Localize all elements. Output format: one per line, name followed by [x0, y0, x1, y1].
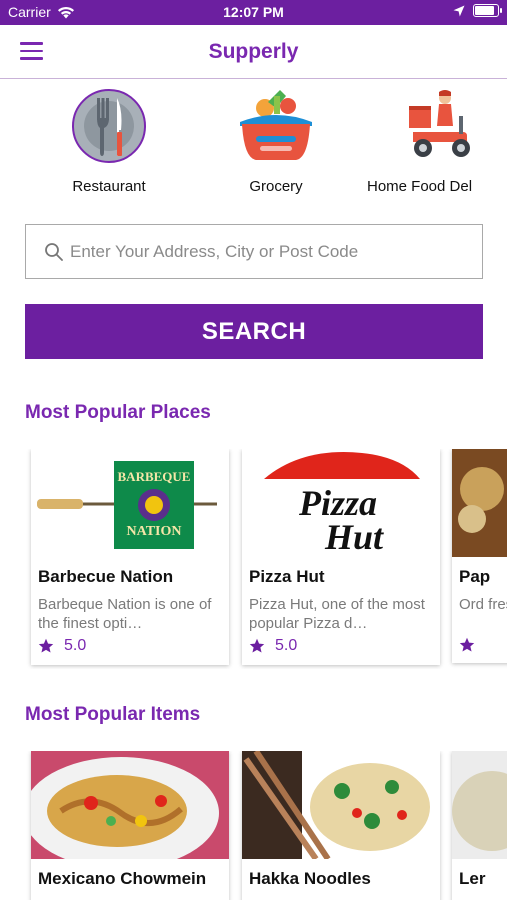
popular-items-row[interactable]: Mexicano Chowmein Hakka Noodles Ler: [0, 751, 507, 900]
item-name: Ler: [459, 869, 486, 888]
item-card[interactable]: Mexicano Chowmein: [31, 751, 229, 900]
section-title-popular-items: Most Popular Items: [25, 704, 201, 725]
svg-text:Hut: Hut: [324, 517, 384, 557]
place-description: Barbeque Nation is one of the finest opt…: [38, 596, 212, 632]
search-icon: [45, 242, 63, 261]
search-field[interactable]: [25, 224, 483, 279]
star-icon: [459, 637, 475, 652]
category-restaurant[interactable]: Restaurant: [34, 88, 184, 195]
nav-bar: Supperly: [0, 25, 507, 79]
item-card[interactable]: Ler: [452, 751, 507, 900]
app-title: Supperly: [208, 40, 299, 63]
popular-places-row[interactable]: BARBEQUE NATION Barbecue Nation Barbeque…: [0, 449, 507, 669]
place-rating: 5.0: [242, 633, 440, 665]
status-bar: Carrier 12:07 PM: [0, 0, 507, 25]
place-rating: 5.0: [31, 633, 229, 665]
category-home-food-delivery[interactable]: Home Food Del: [367, 88, 507, 195]
place-name: Pap: [459, 567, 491, 586]
item-image: [31, 751, 229, 859]
status-time: 12:07 PM: [223, 4, 284, 20]
category-row: Restaurant Grocery Home Food Del: [0, 88, 507, 203]
fork-knife-icon: [71, 88, 147, 164]
status-right: [453, 4, 502, 17]
rating-value: 5.0: [275, 637, 298, 654]
svg-text:BARBEQUE: BARBEQUE: [118, 469, 191, 484]
place-description: Pizza Hut, one of the most popular Pizza…: [249, 596, 425, 632]
star-icon: [249, 638, 265, 653]
section-title-popular-places: Most Popular Places: [25, 402, 211, 423]
search-button[interactable]: SEARCH: [25, 304, 483, 359]
location-arrow-icon: [453, 5, 465, 16]
place-description: Ord fres: [459, 596, 507, 613]
delivery-scooter-icon: [405, 88, 481, 164]
svg-text:NATION: NATION: [127, 524, 182, 539]
search-input[interactable]: [70, 241, 470, 262]
grocery-basket-icon: [238, 88, 314, 164]
place-image: [452, 449, 507, 557]
category-label: Restaurant: [72, 178, 146, 195]
category-grocery[interactable]: Grocery: [201, 88, 351, 195]
category-label: Grocery: [249, 178, 303, 195]
place-name: Barbecue Nation: [38, 567, 174, 586]
item-image: [242, 751, 440, 859]
place-card[interactable]: Pap Ord fres: [452, 449, 507, 663]
item-image: [452, 751, 507, 859]
place-rating: [452, 633, 507, 663]
category-label: Home Food Del: [367, 178, 473, 195]
place-name: Pizza Hut: [249, 567, 325, 586]
item-name: Mexicano Chowmein: [38, 869, 207, 888]
battery-icon: [473, 4, 502, 17]
place-card[interactable]: BARBEQUE NATION Barbecue Nation Barbeque…: [31, 449, 229, 665]
place-card[interactable]: Pizza Hut Pizza Hut Pizza Hut, one of th…: [242, 449, 440, 665]
item-name: Hakka Noodles: [249, 869, 371, 888]
rating-value: 5.0: [64, 637, 87, 654]
battery-fill: [475, 6, 494, 15]
place-image: BARBEQUE NATION: [31, 449, 229, 557]
star-icon: [38, 638, 54, 653]
item-card[interactable]: Hakka Noodles: [242, 751, 440, 900]
place-image: Pizza Hut: [242, 449, 440, 557]
